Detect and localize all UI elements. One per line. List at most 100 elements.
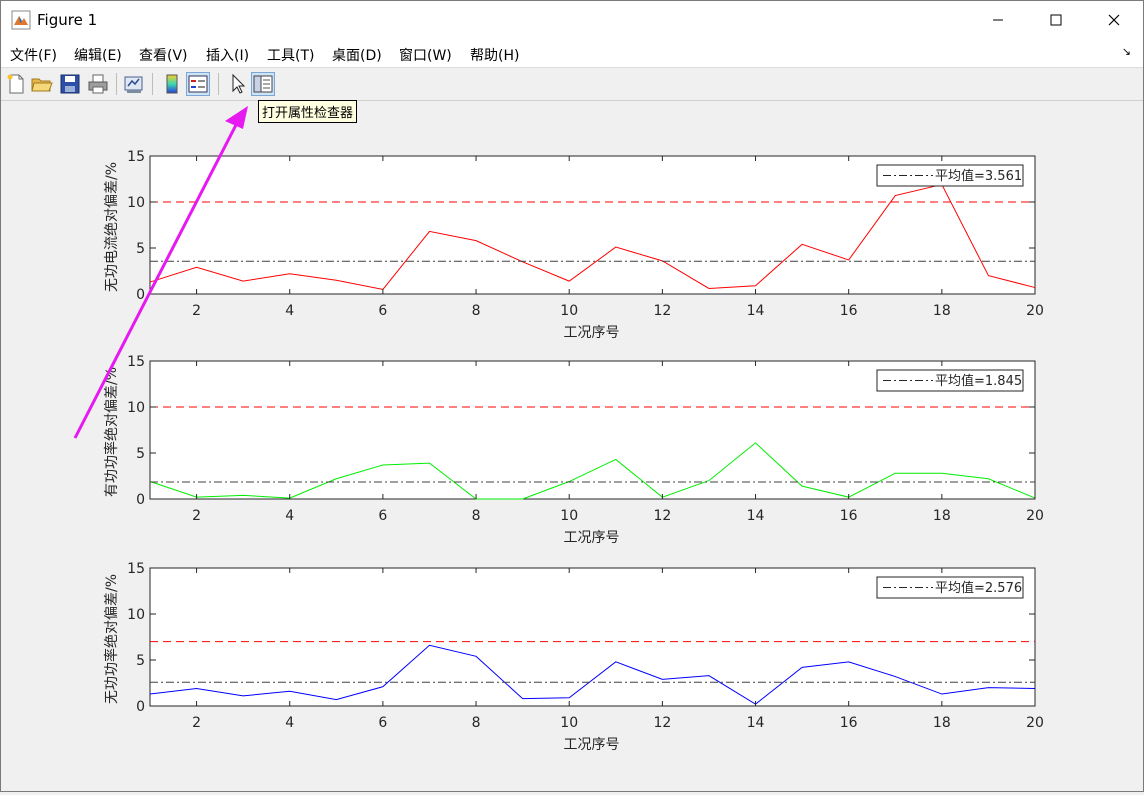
x-tick-label: 18 [933, 508, 951, 524]
menu-help[interactable]: 帮助(H) [470, 45, 519, 65]
y-tick-label: 0 [136, 699, 145, 715]
close-button[interactable] [1085, 1, 1143, 39]
x-tick-label: 8 [472, 508, 481, 524]
minimize-icon [993, 19, 1003, 21]
x-tick-label: 4 [285, 303, 294, 319]
x-tick-label: 10 [560, 715, 578, 731]
y-tick-label: 5 [136, 446, 145, 462]
pointer-icon [232, 73, 246, 94]
x-tick-label: 20 [1026, 715, 1044, 731]
x-tick-label: 2 [192, 715, 201, 731]
x-tick-label: 10 [560, 303, 578, 319]
y-tick-label: 10 [127, 195, 145, 211]
x-tick-label: 6 [378, 715, 387, 731]
axes-1: 2 4 6 8 10 12 14 16 18 20 0 5 10 15 工况序号 无功电流绝对偏差/% 平均值=… [104, 149, 1044, 341]
save-figure-button[interactable] [58, 72, 82, 96]
print-icon [88, 74, 108, 94]
minimize-button[interactable] [969, 1, 1027, 39]
menu-view[interactable]: 查看(V) [139, 45, 188, 65]
x-axis-label: 工况序号 [564, 737, 620, 753]
legend-label: 平均值=1.845 [935, 373, 1022, 389]
y-axis-label: 有功功率绝对偏差/% [103, 367, 120, 497]
y-tick-label: 10 [127, 400, 145, 416]
x-tick-label: 20 [1026, 508, 1044, 524]
colorbar-icon [166, 74, 178, 94]
x-tick-label: 16 [840, 303, 858, 319]
x-axis-label: 工况序号 [564, 325, 620, 341]
x-tick-label: 4 [285, 508, 294, 524]
new-figure-button[interactable] [4, 72, 28, 96]
menu-file[interactable]: 文件(F) [10, 45, 57, 65]
x-tick-label: 14 [747, 715, 765, 731]
open-file-button[interactable] [30, 72, 54, 96]
x-tick-label: 14 [747, 303, 765, 319]
legend: 平均值=2.576 [876, 576, 1024, 599]
figure-toolbar [1, 68, 1143, 101]
y-axis-label: 无功功率绝对偏差/% [103, 574, 120, 704]
x-tick-label: 8 [472, 715, 481, 731]
y-tick-label: 15 [127, 149, 145, 165]
x-tick-label: 4 [285, 715, 294, 731]
y-tick-label: 0 [136, 492, 145, 508]
x-tick-label: 2 [192, 303, 201, 319]
link-plot-icon [124, 76, 143, 93]
y-tick-label: 0 [136, 287, 145, 303]
x-tick-label: 16 [840, 508, 858, 524]
legend-label: 平均值=3.561 [935, 168, 1022, 184]
legend-label: 平均值=2.576 [935, 580, 1022, 596]
x-tick-label: 10 [560, 508, 578, 524]
link-plot-button[interactable] [122, 72, 146, 96]
x-tick-label: 12 [653, 715, 671, 731]
x-tick-label: 2 [192, 508, 201, 524]
close-icon [1108, 14, 1120, 26]
new-figure-icon [7, 74, 24, 94]
y-tick-label: 10 [127, 607, 145, 623]
x-tick-label: 12 [653, 303, 671, 319]
title-bar: Figure 1 [1, 1, 1143, 39]
legend-icon [188, 75, 208, 93]
toolbar-separator [152, 73, 153, 95]
y-axis-label: 无功电流绝对偏差/% [104, 162, 120, 292]
dock-arrow-icon[interactable]: ↘ [1122, 45, 1131, 58]
x-tick-label: 20 [1026, 303, 1044, 319]
property-inspector-button[interactable] [251, 72, 275, 96]
x-axis-label: 工况序号 [564, 530, 620, 546]
edit-plot-button[interactable] [226, 72, 250, 96]
window-title: Figure 1 [37, 11, 98, 29]
y-tick-label: 15 [127, 561, 145, 577]
insert-colorbar-button[interactable] [160, 72, 184, 96]
menu-bar: 文件(F) 编辑(E) 查看(V) 插入(I) 工具(T) 桌面(D) 窗口(W… [1, 39, 1143, 68]
property-inspector-icon [253, 75, 273, 93]
menu-tools[interactable]: 工具(T) [267, 45, 314, 65]
x-tick-label: 6 [378, 508, 387, 524]
menu-window[interactable]: 窗口(W) [399, 45, 452, 65]
menu-edit[interactable]: 编辑(E) [74, 45, 122, 65]
menu-desktop[interactable]: 桌面(D) [332, 45, 382, 65]
toolbar-separator [116, 73, 117, 95]
x-tick-label: 6 [378, 303, 387, 319]
x-tick-label: 12 [653, 508, 671, 524]
toolbar-separator [218, 73, 219, 95]
figure-canvas: 2 4 6 8 10 12 14 16 18 20 0 5 10 15 工况序号 无功电流绝对偏差/% 平均值=… [1, 101, 1143, 791]
menu-insert[interactable]: 插入(I) [206, 45, 249, 65]
insert-legend-button[interactable] [186, 72, 210, 96]
x-tick-label: 8 [472, 303, 481, 319]
y-tick-label: 5 [136, 241, 145, 257]
figure-plots: 2 4 6 8 10 12 14 16 18 20051015工况序号无功电流绝对偏差/% 平均值=… [103, 149, 1044, 753]
maximize-button[interactable] [1027, 1, 1085, 39]
open-folder-icon [31, 78, 53, 92]
x-tick-label: 14 [747, 508, 765, 524]
axes-2: 2 4 6 8 10 12 14 16 18 20 0 5 10 15 工况序号 有功功率绝对偏差/% 平均值=… [103, 354, 1044, 546]
save-icon [60, 74, 80, 94]
figure-window: Figure 1 文件(F) 编辑(E) 查看(V) 插入(I) 工具(T) 桌… [0, 0, 1144, 792]
legend: 平均值=1.845 [876, 369, 1024, 392]
y-tick-label: 5 [136, 653, 145, 669]
x-tick-label: 16 [840, 715, 858, 731]
maximize-icon [1050, 14, 1062, 26]
axes-3: 2 4 6 8 10 12 14 16 18 20 0 5 10 15 工况序号 无功功率绝对偏差/% 平均值=… [103, 561, 1044, 753]
x-tick-label: 18 [933, 715, 951, 731]
y-tick-label: 15 [127, 354, 145, 370]
print-figure-button[interactable] [86, 72, 110, 96]
legend: 平均值=3.561 [876, 164, 1024, 187]
x-tick-label: 18 [933, 303, 951, 319]
